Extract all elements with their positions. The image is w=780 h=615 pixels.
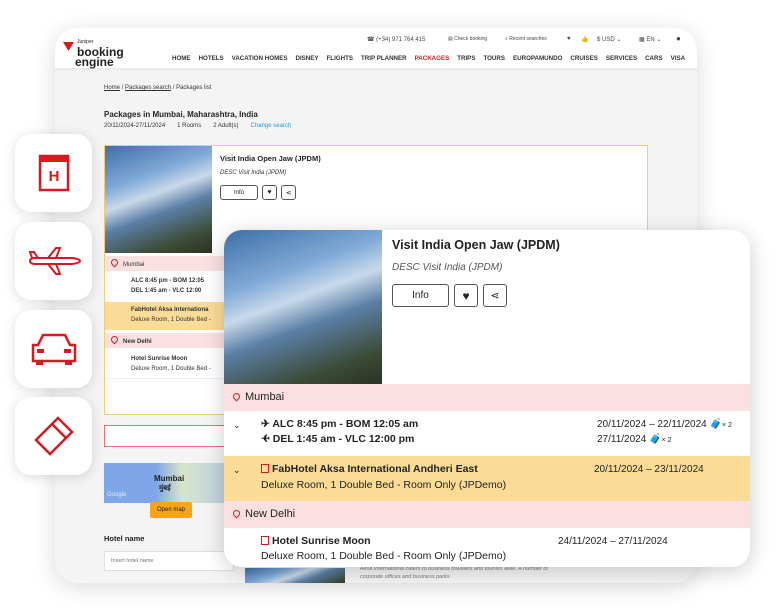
search-summary: 20/11/2024-27/11/2024 1 Rooms 2 Adult(s)…: [104, 123, 292, 129]
hotel-icon: H: [38, 154, 69, 192]
location-pin-icon: [231, 391, 242, 402]
ticket-tile[interactable]: [15, 397, 92, 475]
logo[interactable]: Juniper booking engine: [63, 37, 124, 68]
user-icon[interactable]: ●: [676, 34, 681, 43]
nav-europamundo[interactable]: EUROPAMUNDO: [513, 55, 562, 62]
chevron-down-icon[interactable]: ⌄: [233, 465, 241, 476]
car-icon: [31, 333, 76, 365]
breadcrumb-packages-search[interactable]: Packages search: [125, 85, 171, 91]
page-title: Packages in Mumbai, Maharashtra, India: [104, 110, 258, 119]
luggage-icon: 🧳: [649, 434, 662, 445]
share-button[interactable]: ⋖: [483, 284, 507, 307]
nav-services[interactable]: SERVICES: [606, 55, 637, 62]
flight-row[interactable]: ⌄ ✈ ALC 8:45 pm - BOM 12:05 am ✈ DEL 1:4…: [224, 411, 750, 456]
select-package-button[interactable]: [104, 425, 244, 447]
nav-visa[interactable]: VISA: [671, 55, 685, 62]
chevron-down-icon[interactable]: ⌄: [233, 420, 241, 431]
phone[interactable]: ☎ (+34) 971 764 415: [367, 36, 425, 43]
recent-searches-link[interactable]: ⌕ Recent searches: [505, 36, 547, 42]
language-select[interactable]: ▦ EN ⌄: [639, 36, 661, 43]
share-icon: ⋖: [490, 290, 500, 302]
share-button[interactable]: ⋖: [281, 185, 296, 200]
nav-packages[interactable]: PACKAGES: [415, 55, 450, 62]
breadcrumb: Home / Packages search / Packages list: [104, 85, 212, 91]
nav-flights[interactable]: FLIGHTS: [327, 55, 353, 62]
city-header-new-delhi: New Delhi: [224, 501, 750, 528]
svg-text:H: H: [48, 168, 59, 185]
check-booking-link[interactable]: ▤ Check booking: [448, 36, 487, 42]
city-header-mumbai: Mumbai: [224, 384, 750, 411]
nav-cruises[interactable]: CRUISES: [570, 55, 598, 62]
breadcrumb-home[interactable]: Home: [104, 85, 120, 91]
info-button[interactable]: Info: [220, 185, 258, 200]
hotel-icon: [261, 464, 269, 473]
nav-hotels[interactable]: HOTELS: [199, 55, 224, 62]
flight-tile[interactable]: [15, 222, 92, 300]
nav-cars[interactable]: CARS: [645, 55, 663, 62]
airplane-icon: [28, 247, 81, 275]
thumb-icon[interactable]: 👍: [581, 36, 588, 43]
heart-icon[interactable]: ♥: [567, 36, 571, 42]
hotel-image: [224, 230, 382, 384]
hotel-row-sunrise[interactable]: Hotel Sunrise Moon Deluxe Room, 1 Double…: [224, 528, 750, 567]
nav-tours[interactable]: TOURS: [483, 55, 505, 62]
heart-icon: ♥: [462, 288, 470, 303]
hotel-row-fabhotel[interactable]: ⌄ FabHotel Aksa International Andheri Ea…: [224, 456, 750, 501]
location-pin-icon: [231, 508, 242, 519]
logo-mark-icon: [63, 42, 74, 51]
nav-trips[interactable]: TRIPS: [457, 55, 475, 62]
hotel-thumbnail: [245, 568, 345, 583]
map-preview[interactable]: Mumbai मुंबई Google: [104, 463, 234, 503]
return-plane-icon: ✈: [261, 433, 270, 445]
currency-select[interactable]: $ USD ⌄: [597, 36, 621, 43]
favorite-button[interactable]: ♥: [454, 284, 478, 307]
hotel-icon: [261, 536, 269, 545]
hotel-image: [105, 146, 212, 253]
nav-trip-planner[interactable]: TRIP PLANNER: [361, 55, 407, 62]
hotel-name-input[interactable]: [104, 551, 234, 571]
car-tile[interactable]: [15, 310, 92, 388]
nav-home[interactable]: HOME: [172, 55, 191, 62]
change-search-link[interactable]: Change search: [251, 123, 292, 129]
package-detail-card: Visit India Open Jaw (JPDM) DESC Visit I…: [224, 230, 750, 567]
favorite-button[interactable]: ♥: [262, 185, 277, 200]
site-header: Juniper booking engine ☎ (+34) 971 764 415…: [55, 28, 697, 68]
package-description: DESC Visit India (JPDM): [392, 262, 503, 273]
location-pin-icon: [109, 257, 120, 268]
package-title: Visit India Open Jaw (JPDM): [392, 238, 560, 252]
nav-vacation-homes[interactable]: VACATION HOMES: [232, 55, 288, 62]
main-nav: HOME HOTELS VACATION HOMES DISNEY FLIGHT…: [172, 55, 685, 62]
hotel-tile[interactable]: H: [15, 134, 92, 212]
luggage-icon: 🧳: [709, 419, 722, 430]
nav-disney[interactable]: DISNEY: [295, 55, 318, 62]
ticket-icon: [33, 416, 74, 456]
info-button[interactable]: Info: [392, 284, 449, 307]
open-map-button[interactable]: Open map: [150, 502, 192, 518]
